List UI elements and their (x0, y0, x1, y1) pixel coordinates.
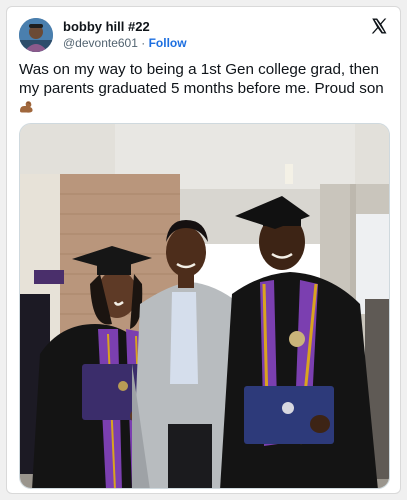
separator-dot: · (141, 36, 146, 50)
author-display-name[interactable]: bobby hill #22 (63, 19, 150, 34)
follow-button[interactable]: Follow (149, 36, 187, 50)
x-logo-icon[interactable] (370, 17, 388, 35)
graduation-photo (20, 124, 389, 488)
tweet-card: bobby hill #22 @devonte601 · Follow Was … (6, 6, 401, 494)
tweet-body: Was on my way to being a 1st Gen college… (19, 61, 384, 97)
author-handle[interactable]: @devonte601 (63, 36, 138, 50)
tweet-text: Was on my way to being a 1st Gen college… (19, 60, 391, 117)
author-avatar[interactable] (19, 18, 53, 52)
avatar-image (19, 18, 53, 52)
flexed-biceps-emoji (20, 101, 33, 113)
tweet-photo[interactable] (19, 123, 390, 489)
author-handle-row: @devonte601 · Follow (63, 36, 187, 50)
